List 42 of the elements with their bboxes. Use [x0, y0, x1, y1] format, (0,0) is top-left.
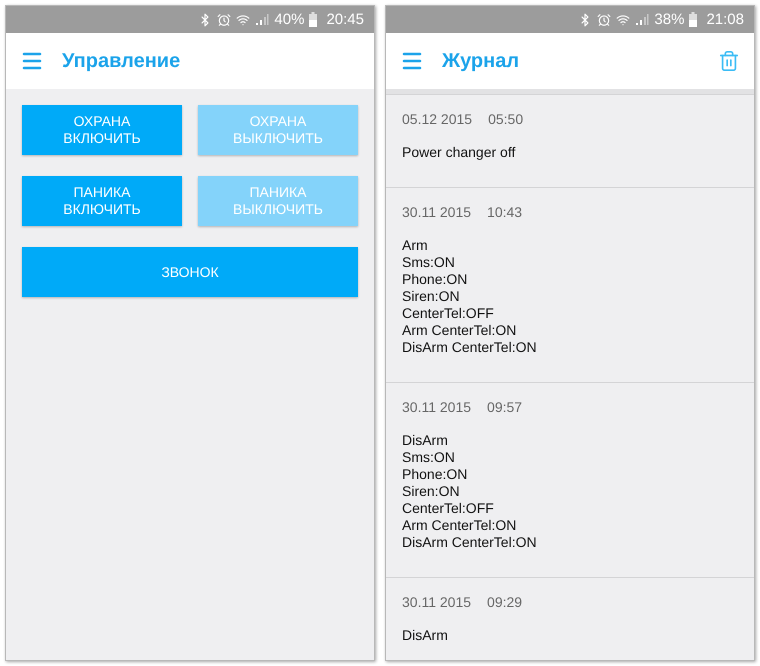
entry-time: 09:29: [487, 594, 522, 611]
entry-date: 30.11 2015: [402, 399, 472, 416]
entry-time: 05:50: [488, 111, 524, 128]
screen-title: Управление: [62, 50, 182, 72]
wifi-icon: [616, 12, 630, 26]
entry-date: 05.12 2015: [402, 111, 472, 128]
action-button[interactable]: ПАНИКА ВКЛЮЧИТЬ: [22, 176, 182, 226]
log-line: Sms:ON: [402, 254, 456, 271]
log-line: Arm: [402, 237, 429, 254]
log-line: CenterTel:OFF: [402, 305, 495, 322]
entry-date: 30.11 2015: [402, 594, 472, 611]
clock-time: 21:08: [706, 11, 744, 28]
log-line: Phone:ON: [402, 466, 468, 483]
log-line: Arm CenterTel:ON: [402, 322, 518, 339]
alarm-clock-icon: [217, 12, 232, 26]
signal-icon: [635, 13, 650, 26]
battery-percent: 40%: [274, 11, 304, 28]
clock-time: 20:45: [326, 11, 364, 28]
log-line: Power changer off: [402, 144, 516, 161]
alarm-clock-icon: [597, 12, 612, 26]
signal-icon: [255, 13, 270, 26]
log-line: Sms:ON: [402, 449, 456, 466]
entry-date: 30.11 2015: [402, 204, 472, 221]
log-line: Siren:ON: [402, 483, 461, 500]
action-button[interactable]: ОХРАНА ВКЛЮЧИТЬ: [22, 105, 182, 155]
battery-percent: 38%: [654, 11, 684, 28]
log-line: DisArm CenterTel:ON: [402, 339, 538, 356]
log-line: CenterTel:OFF: [402, 500, 495, 517]
log-line: DisArm CenterTel:ON: [402, 534, 538, 551]
wifi-icon: [236, 12, 250, 26]
screen-title: Журнал: [442, 50, 520, 72]
trash-icon[interactable]: [718, 50, 740, 72]
log-line: Siren:ON: [402, 288, 461, 305]
action-button[interactable]: ЗВОНОК: [22, 247, 358, 297]
battery-icon: [309, 12, 318, 27]
log-line: DisArm: [402, 627, 449, 644]
entry-time: 09:57: [487, 399, 522, 416]
entry-time: 10:43: [487, 204, 522, 221]
log-line: DisArm: [402, 432, 449, 449]
battery-icon: [689, 12, 698, 27]
log-line: Arm CenterTel:ON: [402, 517, 518, 534]
log-line: Phone:ON: [402, 271, 468, 288]
